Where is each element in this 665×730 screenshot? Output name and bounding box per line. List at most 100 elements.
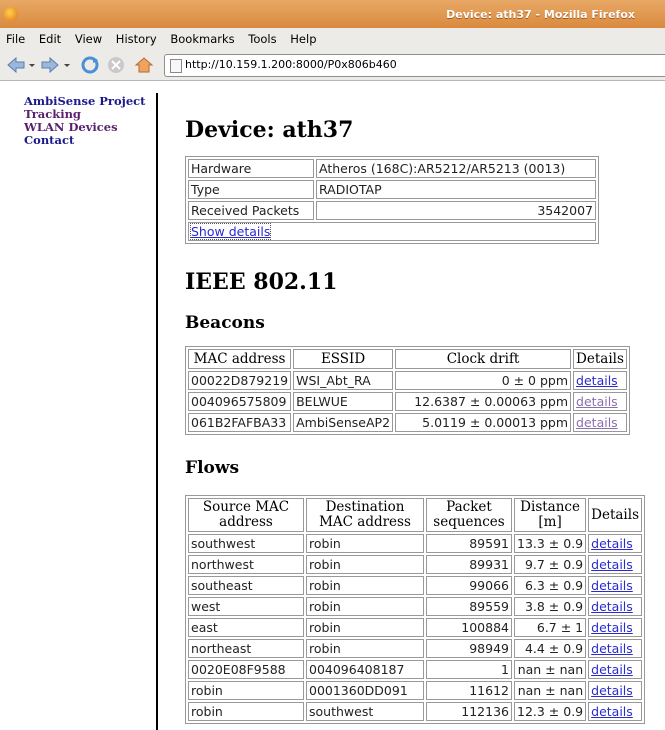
back-arrow-icon[interactable] xyxy=(6,55,26,75)
sidebar-divider xyxy=(156,93,158,730)
table-row: northwest robin 89931 9.7 ± 0.9 details xyxy=(188,555,642,574)
type-label: Type xyxy=(188,180,314,199)
column-header: Details xyxy=(588,498,642,532)
forward-arrow-icon[interactable] xyxy=(40,55,60,75)
distance-cell: 9.7 ± 0.9 xyxy=(514,555,587,574)
device-info-table: Hardware Atheros (168C):AR5212/AR5213 (0… xyxy=(185,156,599,244)
distance-cell: 6.3 ± 0.9 xyxy=(514,576,587,595)
reload-icon[interactable] xyxy=(80,55,100,75)
source-cell: northwest xyxy=(188,555,304,574)
details-cell: details xyxy=(588,597,642,616)
table-row: robin southwest 112136 12.3 ± 0.9 detail… xyxy=(188,702,642,721)
source-cell: northeast xyxy=(188,639,304,658)
menu-file[interactable]: File xyxy=(6,32,25,46)
destination-cell: robin xyxy=(306,618,424,637)
details-cell: details xyxy=(588,681,642,700)
beacons-table: MAC address ESSID Clock drift Details 00… xyxy=(185,346,630,435)
details-link[interactable]: details xyxy=(576,394,618,409)
table-row: Show details xyxy=(188,222,596,241)
flows-heading: Flows xyxy=(185,458,240,478)
url-input[interactable] xyxy=(185,56,655,73)
back-dropdown-icon[interactable] xyxy=(27,55,37,75)
details-cell: details xyxy=(573,413,627,432)
table-row: Hardware Atheros (168C):AR5212/AR5213 (0… xyxy=(188,159,596,178)
destination-cell: 0001360DD091 xyxy=(306,681,424,700)
sequences-cell: 1 xyxy=(426,660,512,679)
column-header: Destination MAC address xyxy=(306,498,424,532)
sequences-cell: 89559 xyxy=(426,597,512,616)
essid-cell: BELWUE xyxy=(293,392,394,411)
stop-icon[interactable] xyxy=(106,55,126,75)
column-header: MAC address xyxy=(188,349,292,369)
details-link[interactable]: details xyxy=(576,415,618,430)
page-icon xyxy=(170,59,182,73)
column-header: Details xyxy=(573,349,627,369)
type-value: RADIOTAP xyxy=(316,180,596,199)
page-content: AmbiSense Project Tracking WLAN Devices … xyxy=(0,81,665,730)
firefox-icon xyxy=(4,7,18,21)
source-cell: southeast xyxy=(188,576,304,595)
menu-tools[interactable]: Tools xyxy=(248,32,276,46)
column-header: Packet sequences xyxy=(426,498,512,532)
source-cell: 0020E08F9588 xyxy=(188,660,304,679)
sequences-cell: 112136 xyxy=(426,702,512,721)
menu-bookmarks[interactable]: Bookmarks xyxy=(170,32,234,46)
distance-cell: nan ± nan xyxy=(514,660,587,679)
destination-cell: southwest xyxy=(306,702,424,721)
column-header: ESSID xyxy=(293,349,394,369)
destination-cell: 004096408187 xyxy=(306,660,424,679)
table-header-row: Source MAC address Destination MAC addre… xyxy=(188,498,642,532)
sequences-cell: 89931 xyxy=(426,555,512,574)
navigation-toolbar xyxy=(0,50,665,81)
menu-history[interactable]: History xyxy=(116,32,157,46)
destination-cell: robin xyxy=(306,534,424,553)
details-cell: details xyxy=(588,702,642,721)
details-link[interactable]: details xyxy=(591,578,633,593)
details-cell: details xyxy=(588,555,642,574)
sequences-cell: 100884 xyxy=(426,618,512,637)
mac-cell: 004096575809 xyxy=(188,392,292,411)
mac-cell: 00022D879219 xyxy=(188,371,292,390)
table-row: 00022D879219 WSI_Abt_RA 0 ± 0 ppm detail… xyxy=(188,371,627,390)
menu-edit[interactable]: Edit xyxy=(39,32,61,46)
menu-view[interactable]: View xyxy=(75,32,102,46)
received-packets-value: 3542007 xyxy=(316,201,596,220)
distance-cell: nan ± nan xyxy=(514,681,587,700)
details-cell: details xyxy=(588,639,642,658)
forward-dropdown-icon[interactable] xyxy=(62,55,72,75)
details-link[interactable]: details xyxy=(591,683,633,698)
ieee-heading: IEEE 802.11 xyxy=(185,269,338,295)
details-link[interactable]: details xyxy=(591,557,633,572)
details-link[interactable]: details xyxy=(576,373,618,388)
table-header-row: MAC address ESSID Clock drift Details xyxy=(188,349,627,369)
window-titlebar: Device: ath37 - Mozilla Firefox xyxy=(0,0,665,28)
details-link[interactable]: details xyxy=(591,599,633,614)
details-link[interactable]: details xyxy=(591,662,633,677)
sidebar-item-contact[interactable]: Contact xyxy=(24,134,154,147)
show-details-link[interactable]: Show details xyxy=(189,223,272,240)
details-link[interactable]: details xyxy=(591,641,633,656)
details-cell: details xyxy=(588,534,642,553)
distance-cell: 6.7 ± 1 xyxy=(514,618,587,637)
flows-table: Source MAC address Destination MAC addre… xyxy=(185,495,645,724)
column-header: Distance [m] xyxy=(514,498,587,532)
sequences-cell: 11612 xyxy=(426,681,512,700)
sequences-cell: 89591 xyxy=(426,534,512,553)
url-bar[interactable] xyxy=(164,54,665,77)
distance-cell: 4.4 ± 0.9 xyxy=(514,639,587,658)
source-cell: robin xyxy=(188,681,304,700)
details-link[interactable]: details xyxy=(591,620,633,635)
hardware-label: Hardware xyxy=(188,159,314,178)
distance-cell: 3.8 ± 0.9 xyxy=(514,597,587,616)
drift-cell: 5.0119 ± 0.00013 ppm xyxy=(395,413,572,432)
source-cell: robin xyxy=(188,702,304,721)
table-row: southeast robin 99066 6.3 ± 0.9 details xyxy=(188,576,642,595)
menu-help[interactable]: Help xyxy=(290,32,316,46)
details-link[interactable]: details xyxy=(591,704,633,719)
details-link[interactable]: details xyxy=(591,536,633,551)
details-cell: details xyxy=(588,576,642,595)
received-packets-label: Received Packets xyxy=(188,201,314,220)
column-header: Source MAC address xyxy=(188,498,304,532)
destination-cell: robin xyxy=(306,555,424,574)
home-icon[interactable] xyxy=(134,55,154,75)
